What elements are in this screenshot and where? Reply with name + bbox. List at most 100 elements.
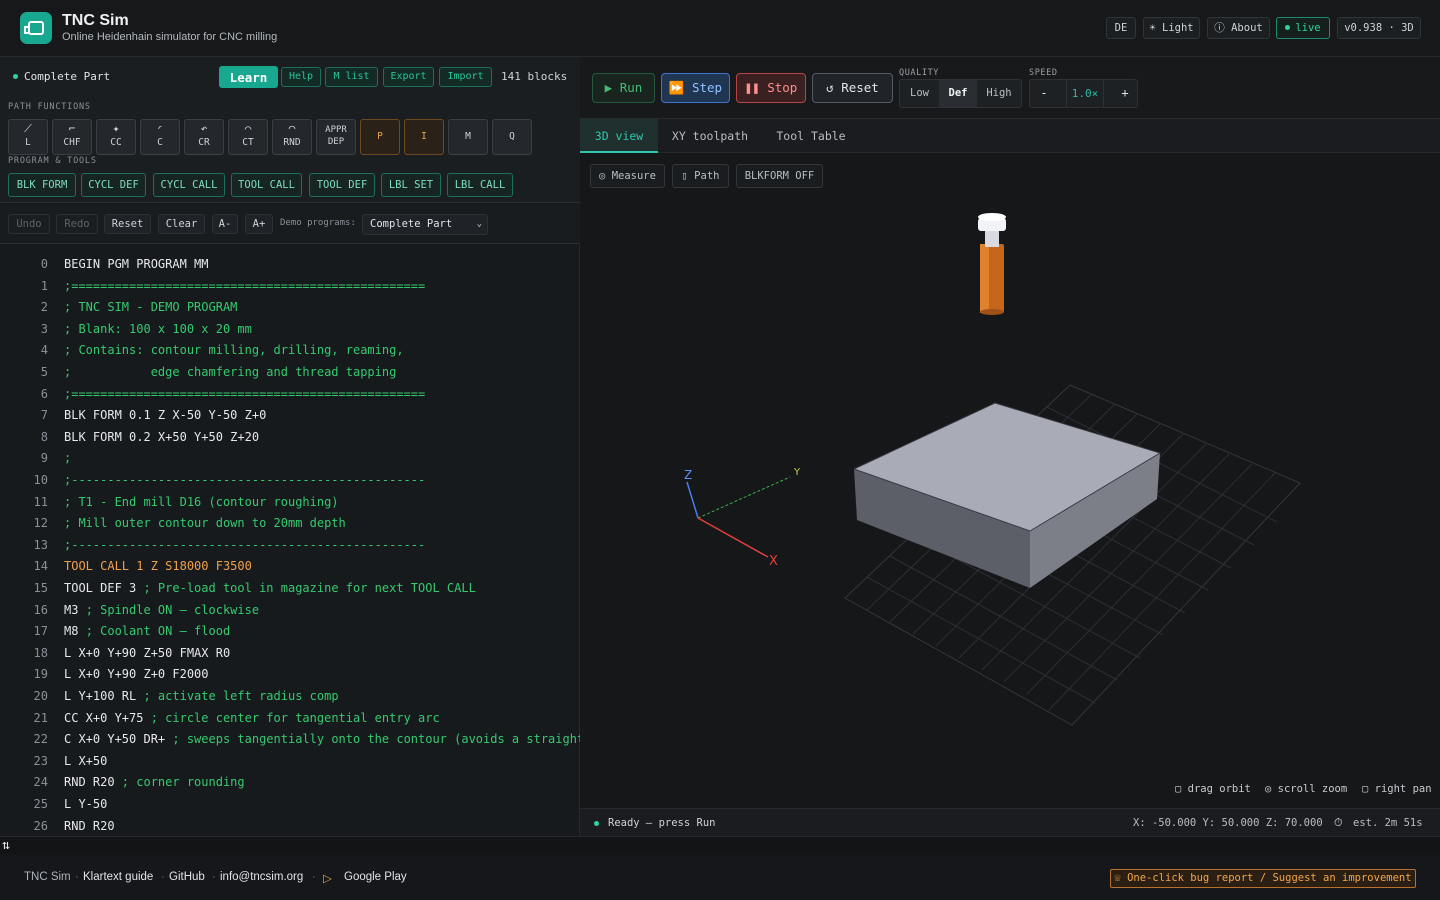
path-fn-chf[interactable]: ⌐ CHF <box>52 119 92 155</box>
path-fn-p[interactable]: P <box>360 119 400 155</box>
phone-icon: ☏ <box>1114 872 1128 884</box>
undo-button[interactable]: Undo <box>8 214 50 234</box>
line-content: ;=======================================… <box>64 386 426 401</box>
path-fn-q[interactable]: Q <box>492 119 532 155</box>
line-content: ; edge chamfering and thread tapping <box>64 365 397 379</box>
3d-viewport[interactable]: ◎ Measure ▯ Path BLKFORM OFF Z Y X ▢ dra… <box>580 153 1440 808</box>
path-fn-l[interactable]: ⟋ L <box>8 119 48 155</box>
code-line[interactable]: 2 ; TNC SIM - DEMO PROGRAM <box>0 296 580 318</box>
tab-xy-toolpath[interactable]: XY toolpath <box>658 119 762 153</box>
google-play-link[interactable]: Google Play <box>344 871 407 883</box>
speed-increase-button[interactable]: + <box>1111 80 1139 107</box>
tool-def-button[interactable]: TOOL DEF <box>309 173 375 197</box>
code-line[interactable]: 0 BEGIN PGM PROGRAM MM <box>0 253 580 275</box>
learn-button[interactable]: Learn <box>219 66 278 88</box>
tab-tool-table[interactable]: Tool Table <box>762 119 860 153</box>
path-fn-appr-dep[interactable]: APPR DEP <box>316 119 356 155</box>
line-content: CC X+0 Y+75 ; circle center for tangenti… <box>64 707 440 729</box>
tool-call-button[interactable]: TOOL CALL <box>231 173 302 197</box>
path-fn-cr[interactable]: ↶ CR <box>184 119 224 155</box>
email-link[interactable]: info@tncsim.org <box>220 871 303 883</box>
font-larger-button[interactable]: A+ <box>245 214 273 234</box>
quality-def[interactable]: Def <box>939 80 977 107</box>
code-line[interactable]: 3 ; Blank: 100 x 100 x 20 mm <box>0 318 580 340</box>
stop-button[interactable]: ❚❚ Stop <box>736 73 806 103</box>
code-line[interactable]: 23 L X+50 <box>0 750 580 772</box>
language-button[interactable]: DE <box>1106 17 1136 39</box>
code-line[interactable]: 13 ;-------------------------------------… <box>0 534 580 556</box>
klartext-guide-link[interactable]: Klartext guide <box>83 871 153 883</box>
line-content: RND R20 <box>64 818 115 833</box>
program-panel: Complete Part Learn Help M list Export I… <box>0 57 580 836</box>
swap-vertical-icon[interactable]: ⇅ <box>2 838 10 853</box>
tab-3d-view[interactable]: 3D view <box>580 119 658 153</box>
line-content: L Y+100 RL ; activate left radius comp <box>64 685 339 707</box>
lbl-call-button[interactable]: LBL CALL <box>447 173 513 197</box>
path-fn-cc[interactable]: ✦ CC <box>96 119 136 155</box>
theme-toggle-button[interactable]: ☀ Light <box>1143 17 1200 39</box>
code-line[interactable]: 7 BLK FORM 0.1 Z X-50 Y-50 Z+0 <box>0 404 580 426</box>
speed-decrease-button[interactable]: - <box>1030 80 1058 107</box>
app-subtitle: Online Heidenhain simulator for CNC mill… <box>62 31 278 43</box>
path-fn-label: P <box>377 131 383 142</box>
import-button[interactable]: Import <box>439 67 492 87</box>
code-line[interactable]: 8 BLK FORM 0.2 X+50 Y+50 Z+20 <box>0 426 580 448</box>
help-button[interactable]: Help <box>281 67 321 87</box>
code-line[interactable]: 14 TOOL CALL 1 Z S18000 F3500 <box>0 555 580 577</box>
github-link[interactable]: GitHub <box>169 871 205 883</box>
demo-program-select[interactable]: Complete Part ⌄ <box>362 214 488 235</box>
quality-low[interactable]: Low <box>900 80 939 107</box>
code-line[interactable]: 24 RND R20 ; corner rounding <box>0 771 580 793</box>
stop-label: Stop <box>767 80 798 95</box>
path-fn-ct[interactable]: ⌒ CT <box>228 119 268 155</box>
code-line[interactable]: 10 ;-------------------------------------… <box>0 469 580 491</box>
blk-form-button[interactable]: BLK FORM <box>8 173 76 197</box>
code-line[interactable]: 19 L X+0 Y+90 Z+0 F2000 <box>0 663 580 685</box>
code-line[interactable]: 21 CC X+0 Y+75 ; circle center for tangen… <box>0 707 580 729</box>
app-logo[interactable] <box>20 12 52 44</box>
bug-report-button[interactable]: ☏ One-click bug report / Suggest an impr… <box>1110 869 1416 888</box>
quality-high[interactable]: High <box>977 80 1021 107</box>
code-line[interactable]: 6 ;======================================… <box>0 383 580 405</box>
code-line[interactable]: 25 L Y-50 <box>0 793 580 815</box>
code-line[interactable]: 9; <box>0 447 580 469</box>
code-line[interactable]: 26 RND R20 <box>0 815 580 836</box>
path-fn-m[interactable]: M <box>448 119 488 155</box>
run-button[interactable]: ▶ Run <box>592 73 655 103</box>
redo-button[interactable]: Redo <box>56 214 98 234</box>
cycl-call-button[interactable]: CYCL CALL <box>153 173 225 197</box>
code-line[interactable]: 17 M8 ; Coolant ON — flood <box>0 620 580 642</box>
cycl-def-button[interactable]: CYCL DEF <box>81 173 146 197</box>
editor-reset-button[interactable]: Reset <box>104 214 151 234</box>
about-button[interactable]: ⓘ About <box>1207 17 1270 39</box>
code-line[interactable]: 18 L X+0 Y+90 Z+50 FMAX R0 <box>0 642 580 664</box>
tangent-arc-icon: ⌒ <box>244 122 252 135</box>
panel-resize-handle[interactable] <box>0 836 1440 855</box>
code-line[interactable]: 12 ; Mill outer contour down to 20mm dept… <box>0 512 580 534</box>
code-line[interactable]: 4 ; Contains: contour milling, drilling, … <box>0 339 580 361</box>
code-editor[interactable]: 0 BEGIN PGM PROGRAM MM 1 ;=================… <box>0 253 580 836</box>
path-fn-i[interactable]: I <box>404 119 444 155</box>
program-status-dot <box>13 74 18 79</box>
code-line[interactable]: 22 C X+0 Y+50 DR+ ; sweeps tangentially o… <box>0 728 580 750</box>
line-number: 15 <box>33 581 48 595</box>
lbl-set-button[interactable]: LBL SET <box>381 173 441 197</box>
code-line[interactable]: 15 TOOL DEF 3 ; Pre-load tool in magazine… <box>0 577 580 599</box>
run-label: Run <box>619 80 643 95</box>
code-line[interactable]: 20 L Y+100 RL ; activate left radius comp <box>0 685 580 707</box>
step-button[interactable]: ⏩ Step <box>661 73 730 103</box>
clear-button[interactable]: Clear <box>158 214 205 234</box>
font-smaller-button[interactable]: A- <box>212 214 238 234</box>
code-line[interactable]: 11 ; T1 - End mill D16 (contour roughing) <box>0 491 580 513</box>
footer-brand: TNC Sim <box>24 871 71 883</box>
code-line[interactable]: 5 ; edge chamfering and thread tapping <box>0 361 580 383</box>
path-fn-c[interactable]: ◜ C <box>140 119 180 155</box>
path-fn-rnd[interactable]: ◠ RND <box>272 119 312 155</box>
m-list-button[interactable]: M list <box>325 67 378 87</box>
export-button[interactable]: Export <box>383 67 434 87</box>
sim-reset-button[interactable]: ↺ Reset <box>812 73 893 103</box>
code-line[interactable]: 16 M3 ; Spindle ON — clockwise <box>0 599 580 621</box>
demo-programs-label: Demo programs: <box>280 218 356 228</box>
code-line[interactable]: 1 ;======================================… <box>0 275 580 297</box>
line-content: ; Mill outer contour down to 20mm depth <box>64 516 346 531</box>
